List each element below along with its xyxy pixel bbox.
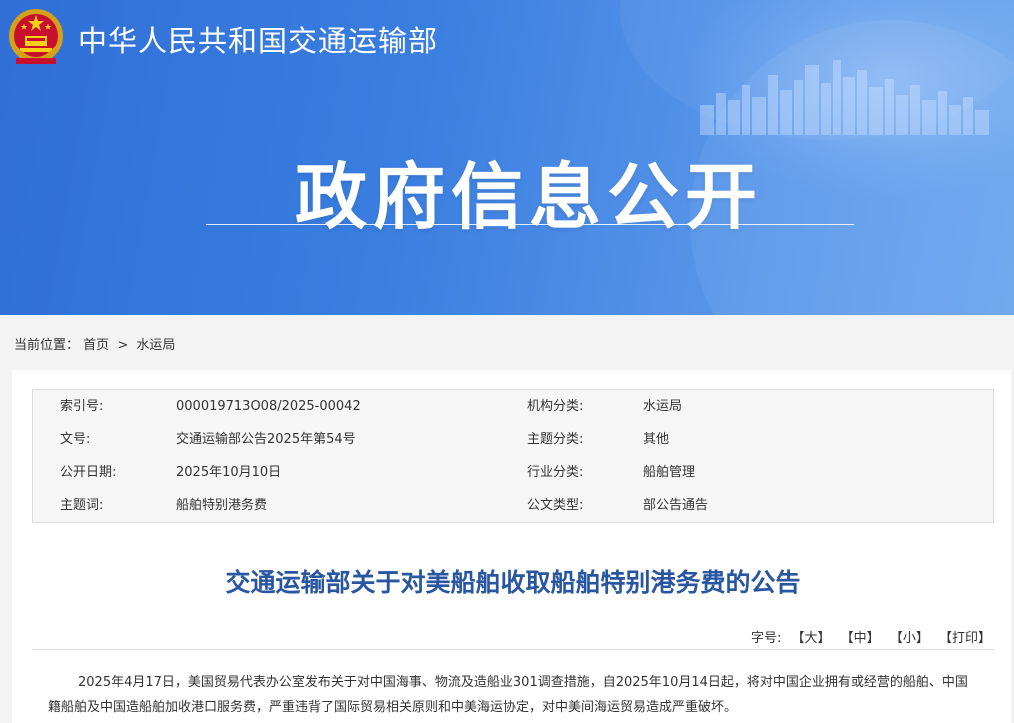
breadcrumb-label: 当前位置： [14, 338, 80, 353]
hero-underline [206, 224, 854, 225]
metadata-key: 主题词: [60, 498, 104, 513]
metadata-key: 行业分类: [527, 465, 584, 480]
metadata-key: 主题分类: [527, 432, 584, 447]
document-metadata-table: 索引号: 000019713O08/2025-00042 机构分类: 水运局 文… [32, 389, 994, 523]
content-panel: 索引号: 000019713O08/2025-00042 机构分类: 水运局 文… [12, 370, 1011, 723]
metadata-row: 主题词: 船舶特别港务费 公文类型: 部公告通告 [33, 491, 993, 521]
breadcrumb-separator: > [117, 338, 129, 353]
metadata-key: 索引号: [60, 399, 104, 414]
metadata-key: 机构分类: [527, 399, 584, 414]
breadcrumb-current-link[interactable]: 水运局 [136, 338, 175, 353]
metadata-value: 船舶特别港务费 [176, 498, 268, 513]
metadata-value: 000019713O08/2025-00042 [176, 399, 361, 414]
font-size-large-button[interactable]: 【大】 [792, 631, 831, 646]
font-size-controls: 字号: 【大】 【中】 【小】 【打印】 [751, 627, 991, 646]
font-size-label: 字号: [750, 631, 782, 646]
site-title[interactable]: 中华人民共和国交通运输部 [78, 18, 438, 60]
metadata-key: 文号: [60, 432, 91, 447]
metadata-value: 交通运输部公告2025年第54号 [176, 432, 356, 447]
breadcrumb-home-link[interactable]: 首页 [83, 338, 109, 353]
font-size-medium-button[interactable]: 【中】 [841, 631, 880, 646]
metadata-value: 水运局 [643, 399, 683, 414]
metadata-value: 2025年10月10日 [176, 465, 282, 480]
metadata-value: 船舶管理 [643, 465, 696, 480]
metadata-value: 其他 [643, 432, 670, 447]
metadata-row: 文号: 交通运输部公告2025年第54号 主题分类: 其他 [33, 425, 993, 455]
print-button[interactable]: 【打印】 [939, 631, 991, 646]
metadata-key: 公文类型: [527, 498, 584, 513]
title-divider [32, 649, 994, 650]
city-skyline-graphic [700, 60, 989, 135]
article-title: 交通运输部关于对美船舶收取船舶特别港务费的公告 [225, 568, 801, 597]
national-emblem-icon [9, 9, 63, 64]
hero-title: 政府信息公开 [294, 155, 763, 239]
breadcrumb: 当前位置： 首页 > 水运局 [14, 334, 175, 353]
metadata-row: 公开日期: 2025年10月10日 行业分类: 船舶管理 [33, 458, 993, 488]
metadata-value: 部公告通告 [643, 498, 709, 513]
metadata-row: 索引号: 000019713O08/2025-00042 机构分类: 水运局 [33, 392, 993, 422]
header-banner: 中华人民共和国交通运输部 政府信息公开 [0, 0, 1014, 315]
metadata-key: 公开日期: [60, 465, 117, 480]
font-size-small-button[interactable]: 【小】 [890, 631, 929, 646]
article-body-paragraph: 2025年4月17日，美国贸易代表办公室发布关于对中国海事、物流及造船业301调… [48, 675, 968, 715]
